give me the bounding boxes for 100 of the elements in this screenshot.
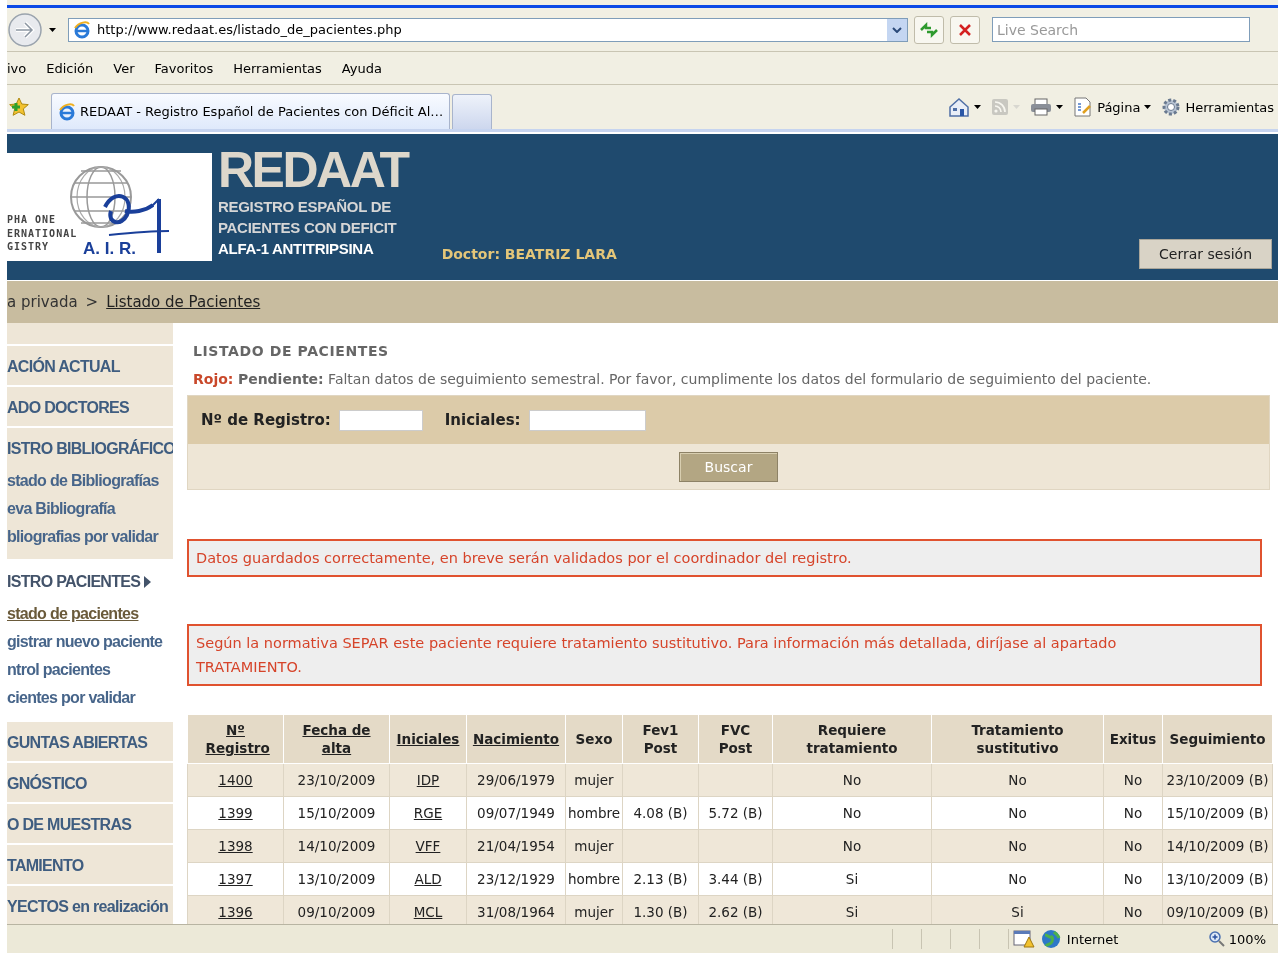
- column-header: Fev1 Post: [622, 714, 699, 764]
- menu-item[interactable]: Favoritos: [144, 60, 224, 76]
- nav-link[interactable]: gistrar nuevo paciente: [7, 628, 163, 656]
- nav-link[interactable]: eva Bibliografía: [7, 495, 115, 523]
- table-cell: 23/12/1929: [466, 862, 566, 896]
- table-cell: 09/10/2009 (B): [1162, 895, 1273, 924]
- zoom-level[interactable]: 100%: [1228, 931, 1266, 947]
- arrows-icon: [919, 21, 939, 38]
- browser-logo-icon: [73, 20, 91, 39]
- table-cell: No: [772, 796, 932, 830]
- chevron-icon: [892, 26, 902, 33]
- table-cell: No: [772, 763, 932, 797]
- table-link[interactable]: RGE: [413, 805, 443, 821]
- site-subtitle: REGISTRO ESPAÑOL DE: [218, 197, 391, 217]
- site-title: REDAAT: [218, 144, 408, 196]
- table-cell: 23/10/2009 (B): [1162, 763, 1273, 797]
- caret-icon[interactable]: [1144, 105, 1152, 109]
- column-header[interactable]: Fecha de alta: [283, 714, 390, 764]
- browser-logo-icon: [58, 102, 76, 121]
- browser-tab[interactable]: REDAAT - Registro Español de Pacientes con Déficit Al…: [51, 93, 451, 129]
- dropdown-caret-icon[interactable]: [49, 27, 56, 32]
- table-cell: 09/07/1949: [466, 796, 566, 830]
- menu-item[interactable]: Edición: [36, 60, 104, 76]
- column-header: Sexo: [565, 714, 623, 764]
- logout-button[interactable]: Cerrar sesión: [1139, 239, 1272, 269]
- alert-message: Datos guardados correctamente, en breve serán validados por el coordinador del registro.: [187, 539, 1262, 577]
- search-field[interactable]: Live Search: [992, 17, 1250, 42]
- nav-link[interactable]: stado de Bibliografías: [7, 467, 159, 495]
- table-cell: No: [1103, 763, 1163, 797]
- table-cell: No: [931, 862, 1104, 896]
- table-link[interactable]: VFF: [415, 838, 441, 854]
- logo-text: PHA ONE ERNATIONAL GISTRY: [7, 213, 78, 254]
- table-link[interactable]: 1396: [218, 904, 253, 920]
- refresh-button[interactable]: [914, 15, 944, 44]
- breadcrumb-link[interactable]: Listado de Pacientes: [106, 293, 261, 311]
- breadcrumb-separator: >: [85, 293, 99, 311]
- site-subtitle: PACIENTES CON DEFICIT: [218, 218, 397, 238]
- column-header: FVC Post: [698, 714, 773, 764]
- close-icon: [958, 22, 972, 37]
- logo-initials: A. I. R.: [83, 239, 136, 259]
- nav-link[interactable]: cientes por validar: [7, 684, 136, 712]
- breadcrumb-item: a privada: [7, 293, 78, 311]
- menu-item[interactable]: Ver: [103, 60, 145, 76]
- table-link[interactable]: 1400: [218, 772, 253, 788]
- column-header[interactable]: Iniciales: [389, 714, 467, 764]
- nav-link[interactable]: ntrol pacientes: [7, 656, 111, 684]
- table-link[interactable]: ALD: [414, 871, 442, 887]
- zoom-icon[interactable]: [1208, 931, 1225, 947]
- column-header[interactable]: Nº Registro: [187, 714, 284, 764]
- column-header[interactable]: Nacimiento: [466, 714, 566, 764]
- toolbar-label[interactable]: Página: [1097, 99, 1141, 115]
- stop-button[interactable]: [950, 15, 980, 44]
- input-field[interactable]: [338, 409, 423, 431]
- table-cell: Si: [931, 895, 1104, 924]
- field-label: Iniciales:: [444, 411, 521, 429]
- table-cell: 15/10/2009: [283, 796, 390, 830]
- toolbar-label[interactable]: Herramientas: [1185, 99, 1274, 115]
- gear-icon[interactable]: [1161, 97, 1182, 117]
- nav-section[interactable]: ISTRO PACIENTES: [7, 572, 141, 591]
- table-cell: No: [1103, 829, 1163, 863]
- table-cell: Si: [772, 895, 932, 924]
- nav-link[interactable]: stado de pacientes: [7, 600, 139, 628]
- zone-label: Internet: [1066, 931, 1119, 947]
- site-subtitle: ALFA-1 ANTITRIPSINA: [218, 239, 374, 259]
- table-cell: 13/10/2009 (B): [1162, 862, 1273, 896]
- table-cell: 09/10/2009: [283, 895, 390, 924]
- caret-icon[interactable]: [1056, 105, 1064, 109]
- back-button-icon[interactable]: [7, 11, 43, 48]
- table-cell: 2.62 (B): [698, 895, 773, 924]
- table-cell: No: [1103, 895, 1163, 924]
- table-cell: 29/06/1979: [466, 763, 566, 797]
- page-icon[interactable]: [1073, 97, 1094, 117]
- table-cell: hombre: [565, 796, 623, 830]
- printer-icon[interactable]: [1030, 98, 1053, 116]
- table-cell: 14/10/2009: [283, 829, 390, 863]
- doctor-name: Doctor: BEATRIZ LARA: [441, 246, 617, 262]
- address-field[interactable]: http://www.redaat.es/listado_de_pacientes.php: [68, 17, 908, 42]
- field-label: Nº de Registro:: [201, 411, 331, 429]
- security-warning-icon[interactable]: [1012, 929, 1035, 949]
- home-icon[interactable]: [948, 97, 971, 117]
- nav-link[interactable]: bliografias por validar: [7, 523, 159, 551]
- table-cell: 15/10/2009 (B): [1162, 796, 1273, 830]
- table-link[interactable]: 1398: [218, 838, 253, 854]
- table-cell: 13/10/2009: [283, 862, 390, 896]
- table-link[interactable]: 1399: [218, 805, 253, 821]
- caret-icon[interactable]: [974, 105, 982, 109]
- column-header: Requiere tratamiento: [772, 714, 932, 764]
- favorite-star-icon[interactable]: [7, 96, 31, 118]
- table-link[interactable]: IDP: [416, 772, 440, 788]
- table-cell: 21/04/1954: [466, 829, 566, 863]
- table-cell: No: [1103, 796, 1163, 830]
- input-field[interactable]: [528, 409, 646, 431]
- menu-item[interactable]: Herramientas: [223, 60, 332, 76]
- page-title: LISTADO DE PACIENTES: [193, 343, 389, 359]
- table-link[interactable]: 1397: [218, 871, 253, 887]
- table-cell: 5.72 (B): [698, 796, 773, 830]
- address-dropdown-button[interactable]: [887, 18, 907, 41]
- arrow-icon: [144, 575, 152, 588]
- menu-item[interactable]: ivo: [7, 60, 37, 76]
- menu-item[interactable]: Ayuda: [331, 60, 392, 76]
